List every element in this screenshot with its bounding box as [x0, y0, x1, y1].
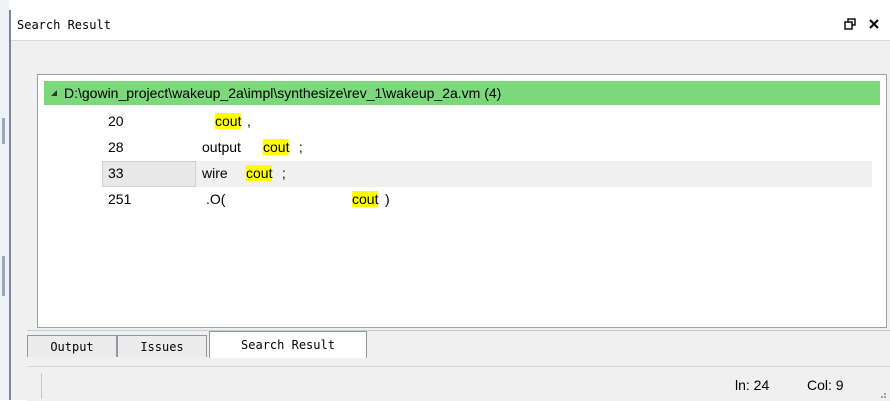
edge-marker	[2, 256, 5, 296]
code-suffix: ;	[295, 139, 303, 155]
panel-controls	[842, 16, 882, 32]
search-results-tree: D:\gowin_project\wakeup_2a\impl\synthesi…	[37, 74, 887, 328]
line-number: 251	[108, 191, 132, 207]
code-prefix: output	[202, 139, 245, 155]
line-number: 20	[108, 113, 124, 129]
code-suffix: )	[385, 191, 390, 207]
panel-titlebar: Search Result	[11, 10, 890, 41]
window-edge	[0, 0, 9, 400]
result-row[interactable]: 20 cout ,	[102, 109, 872, 135]
panel-title: Search Result	[17, 18, 111, 32]
cursor-line: ln: 24	[735, 377, 770, 393]
line-number: 28	[108, 139, 124, 155]
code-prefix: .O(	[206, 191, 226, 207]
cursor-column: Col: 9	[807, 377, 844, 393]
match-highlight: cout	[263, 139, 290, 155]
code-suffix: ;	[278, 165, 286, 181]
result-row-selected[interactable]: 33 wire cout ;	[102, 161, 872, 187]
code-prefix: wire	[202, 165, 232, 181]
status-divider	[41, 373, 42, 399]
result-row[interactable]: 28 output cout ;	[102, 135, 872, 161]
tab-search-result[interactable]: Search Result	[209, 331, 367, 358]
match-highlight: cout	[352, 191, 379, 207]
close-icon[interactable]	[866, 16, 882, 32]
edge-marker	[2, 118, 5, 144]
tab-issues[interactable]: Issues	[117, 335, 207, 357]
search-result-panel: Search Result D:\gowin_project\wakeup_2a…	[9, 10, 890, 401]
status-bar: ln: 24 Col: 9	[27, 366, 890, 401]
result-row[interactable]: 251 .O( cout )	[102, 187, 872, 213]
expanded-triangle-icon[interactable]	[44, 89, 64, 97]
match-highlight: cout	[215, 113, 242, 129]
resize-grip-icon[interactable]	[877, 389, 887, 399]
file-path: D:\gowin_project\wakeup_2a\impl\synthesi…	[64, 85, 502, 101]
restore-icon[interactable]	[842, 16, 858, 32]
bottom-tab-bar: Output Issues Search Result	[27, 330, 890, 358]
line-number: 33	[108, 165, 124, 181]
tab-output[interactable]: Output	[27, 335, 117, 357]
match-highlight: cout	[246, 165, 273, 181]
result-file-row[interactable]: D:\gowin_project\wakeup_2a\impl\synthesi…	[44, 81, 880, 105]
code-suffix: ,	[247, 113, 251, 129]
